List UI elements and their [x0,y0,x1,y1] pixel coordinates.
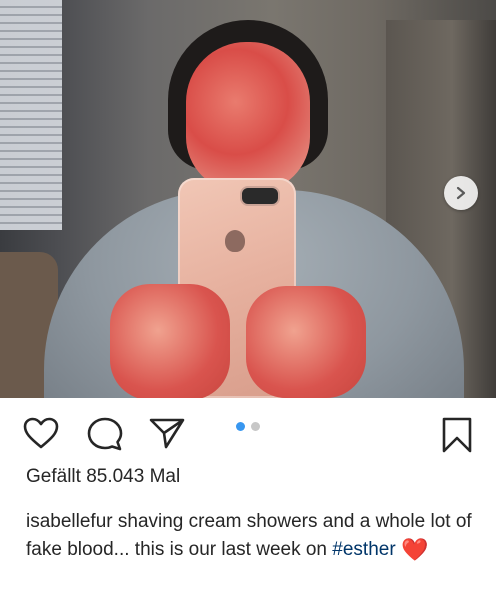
post-caption: isabellefur shaving cream showers and a … [26,508,476,564]
caption-username[interactable]: isabellefur [26,511,113,532]
right-hand [246,286,366,398]
carousel-next-button[interactable] [444,176,478,210]
left-hand [110,284,230,398]
carousel-indicator [236,422,260,432]
carousel-dot [251,422,260,431]
phone-camera [240,186,280,206]
carousel-dot-active [236,422,245,431]
chevron-right-icon [456,186,466,200]
heart-emoji: ❤️ [400,537,429,562]
likes-count[interactable]: Gefällt 85.043 Mal [26,466,180,488]
face [186,42,310,192]
send-icon[interactable] [148,416,186,450]
apple-logo [225,230,245,252]
window-blinds [0,0,62,230]
comment-icon[interactable] [86,416,124,452]
post-image[interactable] [0,0,496,398]
hashtag-link[interactable]: #esther [332,539,395,560]
bookmark-icon[interactable] [440,416,474,454]
heart-outline-icon[interactable] [22,416,60,450]
